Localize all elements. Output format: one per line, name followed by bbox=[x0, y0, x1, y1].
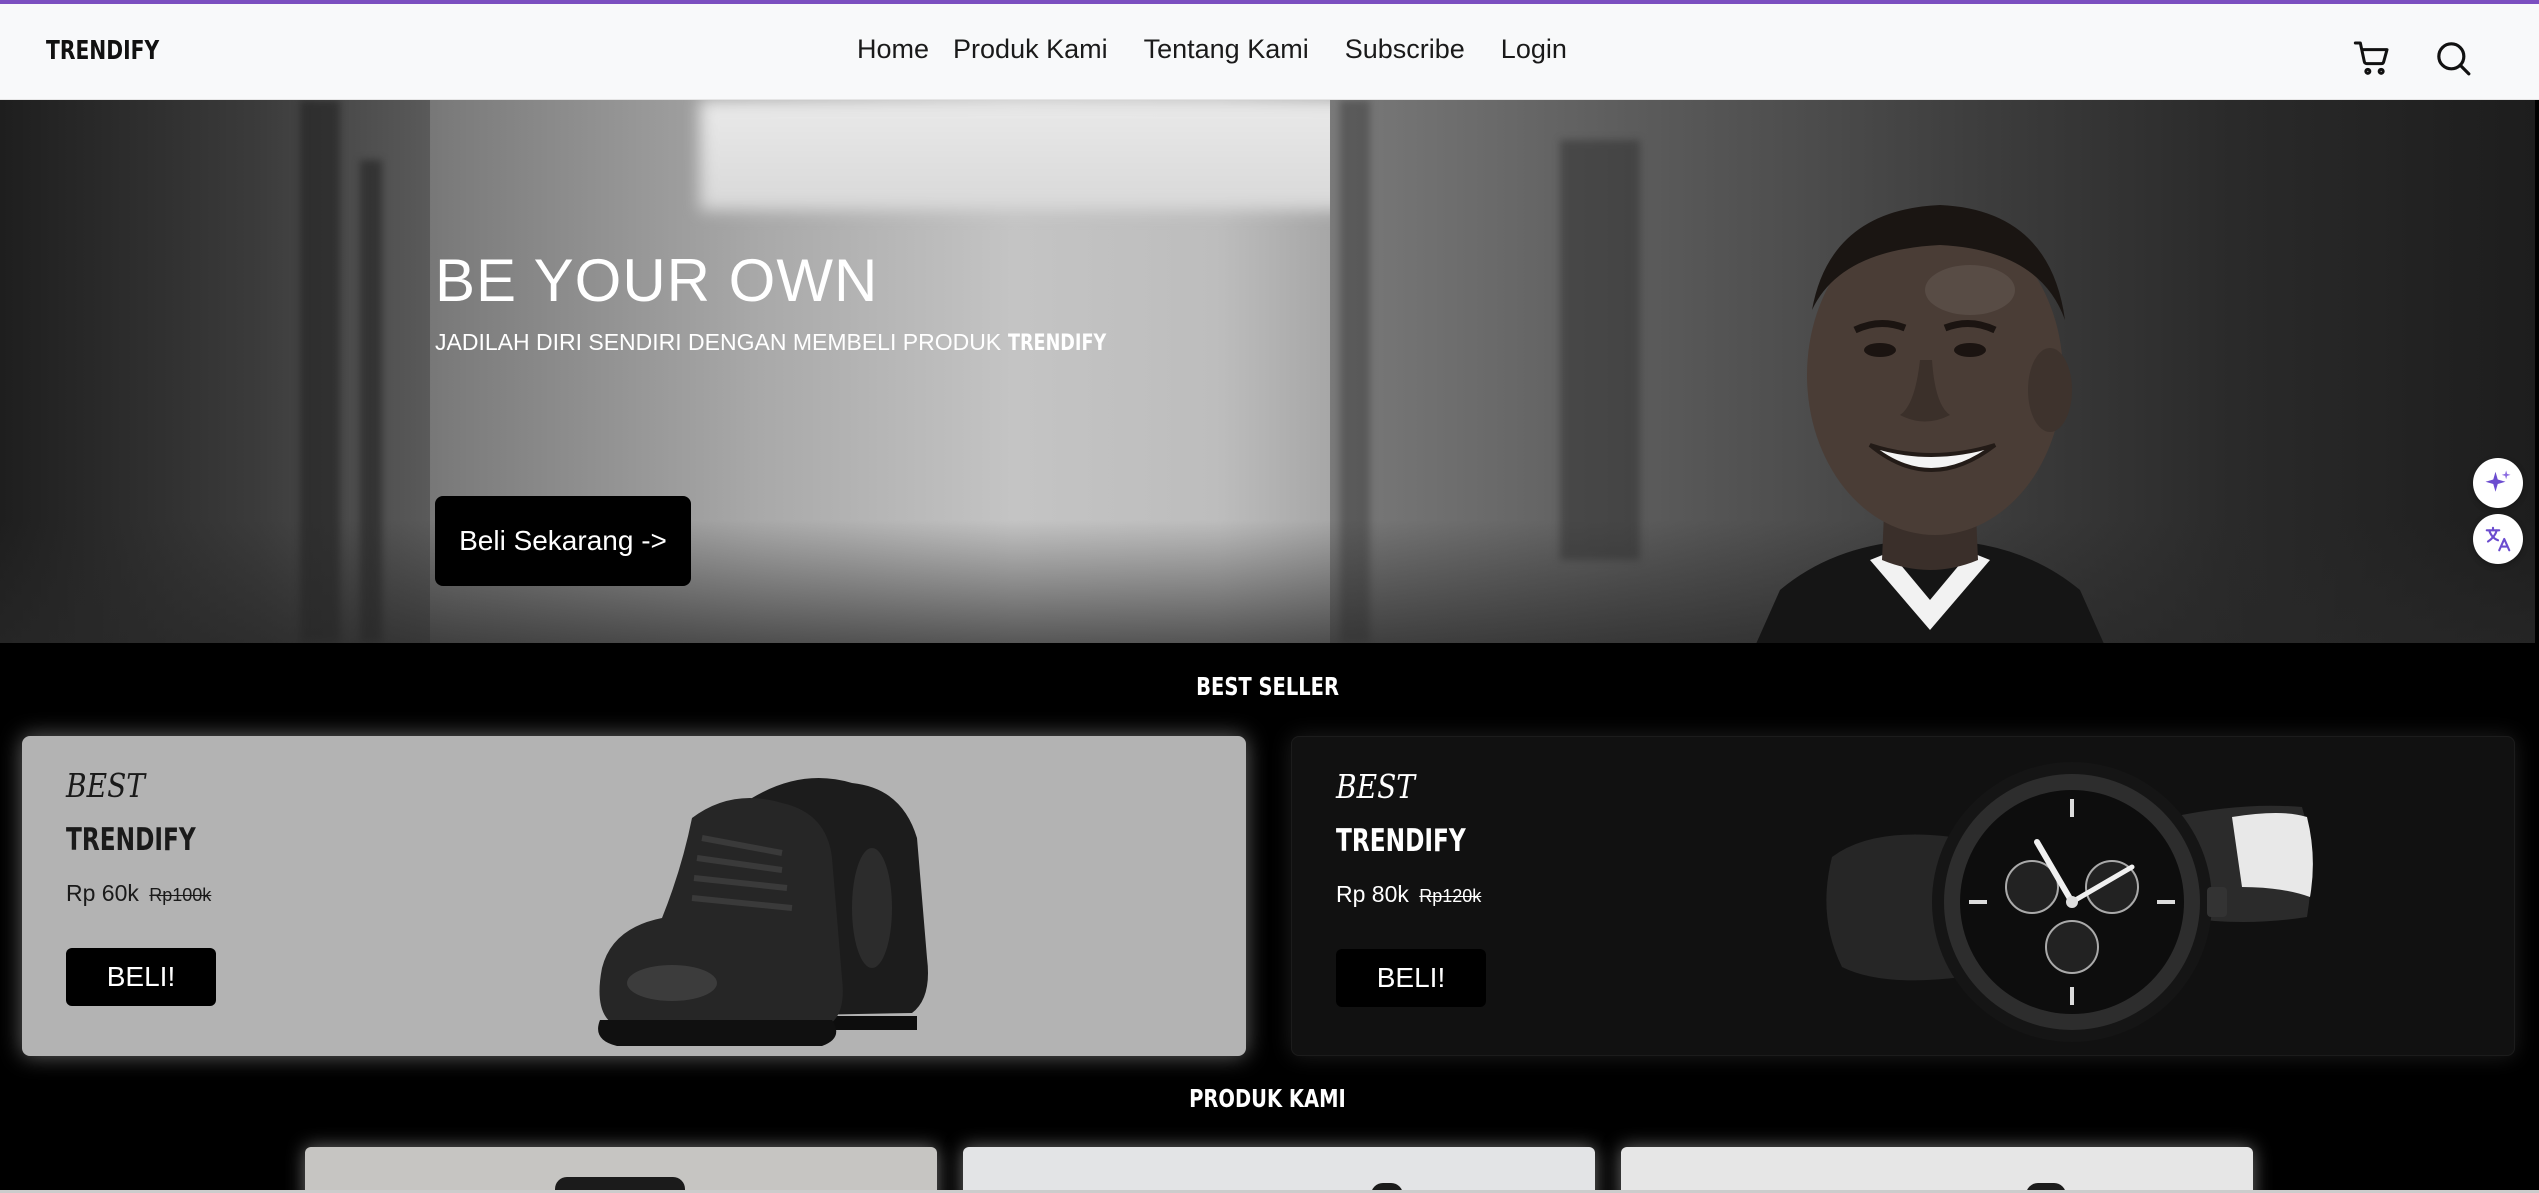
best-seller-card: BEST TRENDIFY Rp 60k Rp100k BELI! bbox=[22, 736, 1246, 1056]
hero-background-pillar bbox=[1560, 140, 1640, 560]
nav-link-produk-kami[interactable]: Produk Kami bbox=[953, 34, 1108, 65]
produk-kami-title-text: PRODUK KAMI bbox=[1189, 1084, 1346, 1113]
hero-model-image bbox=[1756, 205, 2104, 643]
best-seller-card: BEST TRENDIFY Rp 80k Rp120k BELI! bbox=[1291, 736, 2515, 1056]
price-old: Rp100k bbox=[149, 885, 212, 905]
nav-link-subscribe[interactable]: Subscribe bbox=[1345, 34, 1465, 65]
card-price: Rp 60k Rp100k bbox=[66, 880, 211, 907]
produk-kami-title: PRODUK KAMI bbox=[0, 1084, 2535, 1113]
brand-logo[interactable]: TRENDIFY bbox=[46, 36, 159, 66]
nav-link-home[interactable]: Home bbox=[857, 34, 929, 65]
price-old: Rp120k bbox=[1419, 886, 1482, 906]
card-brand: TRENDIFY bbox=[1336, 823, 1466, 859]
product-card[interactable] bbox=[1621, 1147, 2253, 1193]
navbar: TRENDIFY Home Produk Kami Tentang Kami S… bbox=[0, 4, 2539, 100]
sparkle-icon bbox=[2485, 470, 2511, 492]
buy-button[interactable]: BELI! bbox=[1336, 949, 1486, 1007]
price-current: Rp 80k bbox=[1336, 881, 1409, 907]
hero-subtitle-brand: TRENDIFY bbox=[1007, 331, 1106, 356]
card-label: BEST bbox=[66, 766, 146, 805]
cart-icon[interactable] bbox=[2352, 38, 2392, 78]
hero-text: BE YOUR OWN JADILAH DIRI SENDIRI DENGAN … bbox=[435, 246, 1130, 356]
card-brand: TRENDIFY bbox=[66, 822, 196, 858]
buy-now-button[interactable]: Beli Sekarang -> bbox=[435, 496, 691, 586]
translate-button[interactable] bbox=[2473, 514, 2523, 564]
ai-assistant-button[interactable] bbox=[2473, 458, 2523, 508]
card-label: BEST bbox=[1336, 767, 1416, 806]
translate-icon bbox=[2485, 526, 2511, 552]
nav-links: Home Produk Kami Tentang Kami Subscribe … bbox=[857, 34, 1567, 65]
nav-link-login[interactable]: Login bbox=[1501, 34, 1567, 65]
product-card[interactable] bbox=[305, 1147, 937, 1193]
product-card[interactable] bbox=[963, 1147, 1595, 1193]
search-icon[interactable] bbox=[2433, 38, 2473, 78]
hero-title: BE YOUR OWN bbox=[435, 247, 879, 314]
best-seller-title: BEST SELLER bbox=[0, 672, 2535, 701]
nav-link-tentang-kami[interactable]: Tentang Kami bbox=[1144, 34, 1309, 65]
watch-image bbox=[1826, 762, 2313, 1042]
hero-background-ground bbox=[0, 520, 2535, 643]
card-price: Rp 80k Rp120k bbox=[1336, 881, 1481, 908]
hero-background-sky bbox=[700, 100, 1350, 210]
price-current: Rp 60k bbox=[66, 880, 139, 906]
buy-button[interactable]: BELI! bbox=[66, 948, 216, 1006]
hero-subtitle: JADILAH DIRI SENDIRI DENGAN MEMBELI PROD… bbox=[435, 329, 1130, 356]
sneakers-image bbox=[598, 778, 928, 1046]
hero-banner: BE YOUR OWN JADILAH DIRI SENDIRI DENGAN … bbox=[0, 100, 2535, 643]
best-seller-title-text: BEST SELLER bbox=[1196, 672, 1339, 701]
hero-subtitle-text: JADILAH DIRI SENDIRI DENGAN MEMBELI PROD… bbox=[435, 329, 1002, 355]
